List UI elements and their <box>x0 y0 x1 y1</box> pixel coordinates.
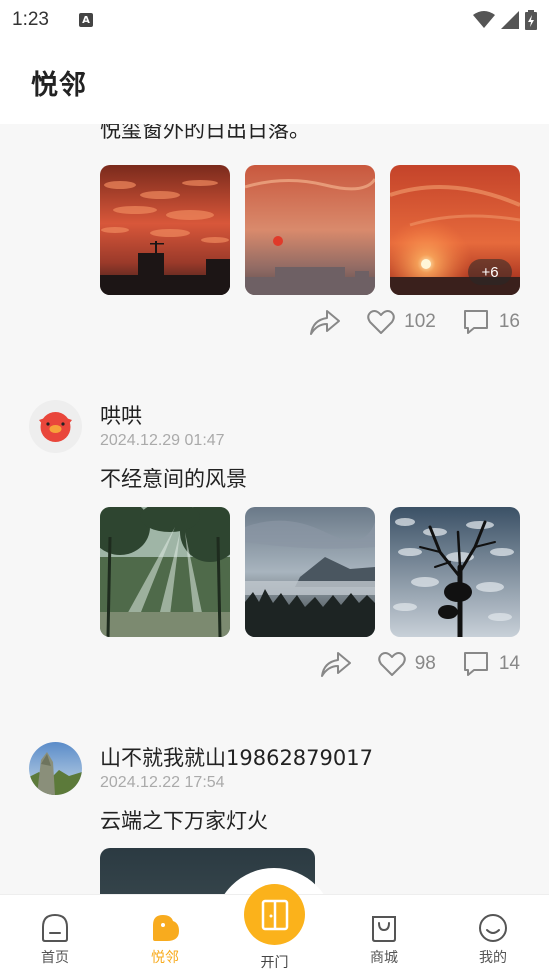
more-photos-badge: +6 <box>468 259 512 285</box>
tab-mall[interactable]: 商城 <box>344 895 424 976</box>
comment-count: 16 <box>498 311 520 332</box>
open-door-label: 开门 <box>260 955 289 971</box>
feed[interactable]: 悦玺窗外的日出日落。 +6 102 16 哄哄 2024.12.29 01:47… <box>0 124 549 894</box>
share-button[interactable] <box>309 308 341 336</box>
signal-icon <box>501 11 519 29</box>
comment-button[interactable]: 16 <box>462 308 520 336</box>
post-text: 悦玺窗外的日出日落。 <box>100 124 310 142</box>
app-header: 悦邻 <box>0 40 549 124</box>
share-icon <box>310 310 341 335</box>
post-time: 2024.12.29 01:47 <box>100 432 225 449</box>
battery-icon <box>525 10 537 30</box>
post-author[interactable]: 山不就我就山19862879017 <box>100 742 373 772</box>
status-time: 1:23 <box>12 9 49 30</box>
post-photo[interactable] <box>100 165 230 295</box>
like-button[interactable]: 98 <box>377 651 436 677</box>
comment-icon <box>463 310 488 334</box>
tab-yuelin-label: 悦邻 <box>151 950 179 966</box>
post-card[interactable]: 哄哄 2024.12.29 01:47 不经意间的风景 98 14 <box>0 400 549 710</box>
comment-button[interactable]: 14 <box>462 650 520 678</box>
avatar[interactable] <box>29 742 82 795</box>
notification-icon: A <box>78 13 93 27</box>
post-photo[interactable] <box>245 507 375 637</box>
neighborhood-icon <box>153 915 179 941</box>
comment-icon <box>463 652 488 676</box>
tab-yuelin[interactable]: 悦邻 <box>125 895 205 976</box>
post-photo[interactable]: +6 <box>390 165 520 295</box>
post-actions: 102 16 <box>283 308 520 336</box>
post-text: 云端之下万家灯火 <box>100 809 268 833</box>
page-title: 悦邻 <box>31 69 87 101</box>
post-text: 不经意间的风景 <box>100 467 247 491</box>
like-count: 102 <box>404 311 436 332</box>
profile-icon <box>479 914 507 942</box>
like-button[interactable]: 102 <box>367 309 436 335</box>
home-icon <box>42 913 68 942</box>
shopping-bag-icon <box>372 916 396 942</box>
tab-home[interactable]: 首页 <box>15 895 95 976</box>
post-photo[interactable] <box>245 165 375 295</box>
status-indicators <box>473 10 537 30</box>
door-icon <box>261 899 288 930</box>
tab-mine[interactable]: 我的 <box>453 895 533 976</box>
tab-mine-label: 我的 <box>479 950 507 966</box>
post-actions: 98 14 <box>294 650 520 678</box>
like-count: 98 <box>414 653 436 674</box>
heart-icon <box>367 310 395 334</box>
tab-mall-label: 商城 <box>370 950 398 966</box>
post-author[interactable]: 哄哄 <box>100 400 142 430</box>
heart-icon <box>377 652 406 676</box>
post-time: 2024.12.22 17:54 <box>100 774 225 791</box>
wifi-icon <box>473 11 495 28</box>
post-photo[interactable] <box>100 507 230 637</box>
post-card[interactable]: 悦玺窗外的日出日落。 +6 102 16 <box>0 124 549 354</box>
open-door-button[interactable] <box>244 884 305 945</box>
share-button[interactable] <box>320 650 352 678</box>
comment-count: 14 <box>498 653 520 674</box>
avatar[interactable] <box>29 400 82 453</box>
tab-home-label: 首页 <box>41 950 69 966</box>
post-photo[interactable] <box>390 507 520 637</box>
share-icon <box>320 652 351 677</box>
status-bar: 1:23 A <box>0 0 549 40</box>
